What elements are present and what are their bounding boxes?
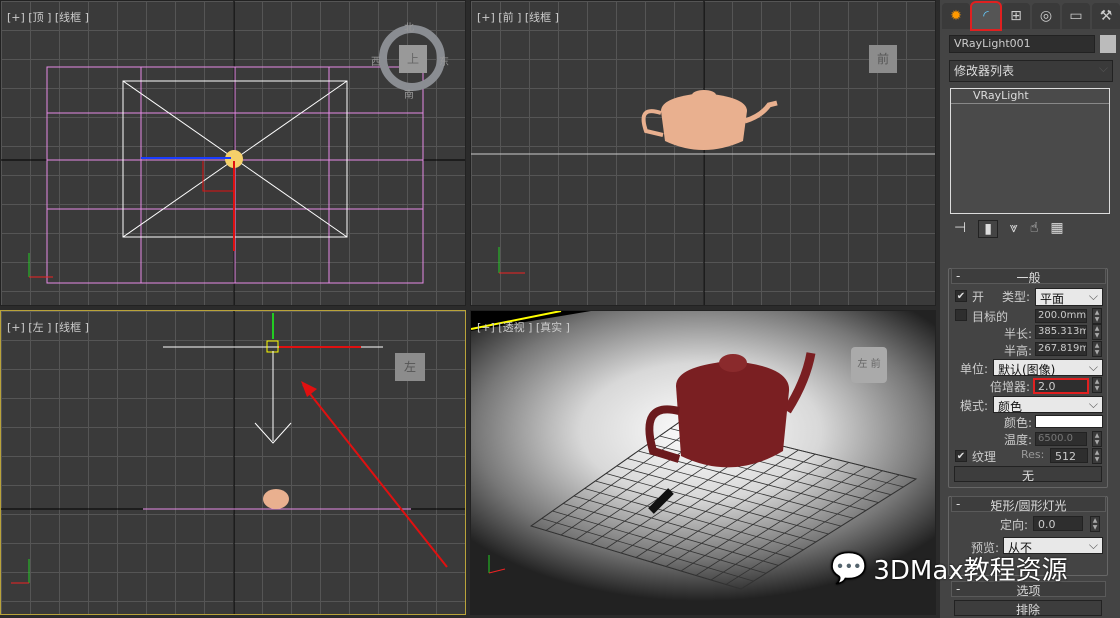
teapot-wireframe <box>661 93 747 150</box>
on-checkbox[interactable]: ✔ <box>955 290 967 302</box>
command-panel: ✹ ◜ ⊞ ◎ ▭ ⚒ VRayLight001 修改器列表 VRayLight… <box>940 0 1120 618</box>
rect-light-rollout-header[interactable]: - 矩形/圆形灯光 <box>951 496 1106 513</box>
tab-create[interactable]: ✹ <box>942 3 970 29</box>
viewport-label[interactable]: [+] [前 ] [线框 ] <box>477 9 559 25</box>
make-unique-icon[interactable]: ⩔ <box>1010 220 1018 238</box>
tab-display[interactable]: ▭ <box>1062 3 1090 29</box>
half-length-input[interactable]: 385.313m <box>1035 325 1087 339</box>
wechat-icon: 💬 <box>830 551 868 586</box>
viewport-label[interactable]: [+] [左 ] [线框 ] <box>7 319 89 335</box>
tab-utilities[interactable]: ⚒ <box>1092 3 1120 29</box>
remove-modifier-icon[interactable]: ☝ <box>1030 220 1039 238</box>
object-name-input[interactable]: VRayLight001 <box>949 35 1095 53</box>
compass-north: 北 <box>404 23 414 34</box>
directional-input[interactable]: 0.0 <box>1033 516 1083 531</box>
stack-toolbar: ⊣ ▮ ⩔ ☝ ▦ <box>954 220 1064 238</box>
viewport-label[interactable]: [+] [顶 ] [线框 ] <box>7 9 89 25</box>
targeted-checkbox[interactable] <box>955 309 967 321</box>
res-input[interactable]: 512 <box>1050 448 1088 463</box>
on-label: 开 <box>972 290 985 304</box>
multiplier-label: 倍增器: <box>990 380 1031 394</box>
half-height-label: 半高: <box>1004 344 1033 358</box>
color-label: 颜色: <box>1004 416 1033 430</box>
hammer-icon: ⚒ <box>1099 8 1113 24</box>
viewport-top[interactable]: [+] [顶 ] [线框 ] 上 北 南 东 西 <box>0 0 466 306</box>
color-swatch[interactable] <box>1035 415 1103 428</box>
tab-hierarchy[interactable]: ⊞ <box>1002 3 1030 29</box>
compass-east: 东 <box>439 57 449 68</box>
viewcube-front[interactable]: 前 <box>869 45 897 73</box>
object-color-swatch[interactable] <box>1100 35 1116 53</box>
modify-icon: ◜ <box>983 8 989 24</box>
directional-spinner[interactable]: ▲ ▼ <box>1090 516 1100 532</box>
compass-west: 西 <box>371 57 381 68</box>
exclude-button[interactable]: 排除 <box>954 600 1102 617</box>
configure-sets-icon[interactable]: ▦ <box>1050 220 1063 238</box>
tab-modify[interactable]: ◜ <box>970 1 1002 31</box>
res-label: Res: <box>1021 448 1045 461</box>
panel-tabs: ✹ ◜ ⊞ ◎ ▭ ⚒ <box>942 1 1120 31</box>
viewport-left[interactable]: [+] [左 ] [线框 ] 左 <box>0 310 466 615</box>
modifier-stack: VRayLight <box>950 88 1110 214</box>
modifier-list-dropdown[interactable]: 修改器列表 <box>949 60 1113 82</box>
units-label: 单位: <box>960 362 989 376</box>
mode-dropdown[interactable]: 颜色 <box>993 396 1103 414</box>
res-spinner[interactable]: ▲ ▼ <box>1092 448 1102 464</box>
viewport-label[interactable]: [+] [透视 ] [真实 ] <box>477 319 570 335</box>
texture-none-button[interactable]: 无 <box>954 466 1102 483</box>
target-distance-input[interactable]: 200.0mm <box>1035 309 1087 323</box>
display-icon: ▭ <box>1069 8 1083 24</box>
texture-checkbox[interactable]: ✔ <box>955 450 967 462</box>
multiplier-input[interactable]: 2.0 <box>1033 378 1089 394</box>
targeted-label: 目标的 <box>972 310 1009 324</box>
temperature-input[interactable]: 6500.0 <box>1035 432 1087 446</box>
rollout-title: 矩形/圆形灯光 <box>990 499 1067 513</box>
floor-grid-line <box>665 457 833 567</box>
viewcube-left[interactable]: 左 <box>395 353 425 381</box>
watermark: 💬 3DMax教程资源 <box>830 550 1068 587</box>
viewcube-face[interactable]: 上 <box>399 45 427 73</box>
texture-label: 纹理 <box>972 450 997 464</box>
show-end-result-icon[interactable]: ▮ <box>978 220 998 238</box>
target-spinner[interactable]: ▲ ▼ <box>1092 308 1102 324</box>
type-dropdown[interactable]: 平面 <box>1035 288 1103 306</box>
create-icon: ✹ <box>950 8 962 24</box>
stack-item[interactable]: VRayLight <box>951 89 1109 104</box>
general-rollout-header[interactable]: - 一般 <box>951 268 1106 285</box>
half-length-spinner[interactable]: ▲ ▼ <box>1092 324 1102 340</box>
rollout-title: 一般 <box>1016 271 1041 285</box>
motion-icon: ◎ <box>1039 8 1053 24</box>
pin-stack-icon[interactable]: ⊣ <box>954 220 966 238</box>
temperature-label: 温度: <box>1004 433 1033 447</box>
viewport-front[interactable]: [+] [前 ] [线框 ] 前 <box>470 0 936 306</box>
temperature-spinner[interactable]: ▲ ▼ <box>1092 431 1102 447</box>
half-height-input[interactable]: 267.819m <box>1035 342 1087 356</box>
tab-motion[interactable]: ◎ <box>1032 3 1060 29</box>
half-length-label: 半长: <box>1004 327 1033 341</box>
hierarchy-icon: ⊞ <box>1010 8 1022 24</box>
units-dropdown[interactable]: 默认(图像) <box>993 359 1103 377</box>
viewcube-top[interactable]: 上 <box>379 25 445 91</box>
mode-label: 模式: <box>960 399 989 413</box>
multiplier-spinner[interactable]: ▲ ▼ <box>1092 377 1102 393</box>
type-label: 类型: <box>1002 290 1031 304</box>
compass-south: 南 <box>404 90 414 101</box>
front-scene <box>471 1 935 305</box>
viewcube-perspective[interactable]: 左 前 <box>851 347 887 383</box>
watermark-text: 3DMax教程资源 <box>873 556 1068 586</box>
directional-label: 定向: <box>1000 518 1029 532</box>
half-height-spinner[interactable]: ▲ ▼ <box>1092 341 1102 357</box>
floor-grid-line <box>680 462 850 572</box>
